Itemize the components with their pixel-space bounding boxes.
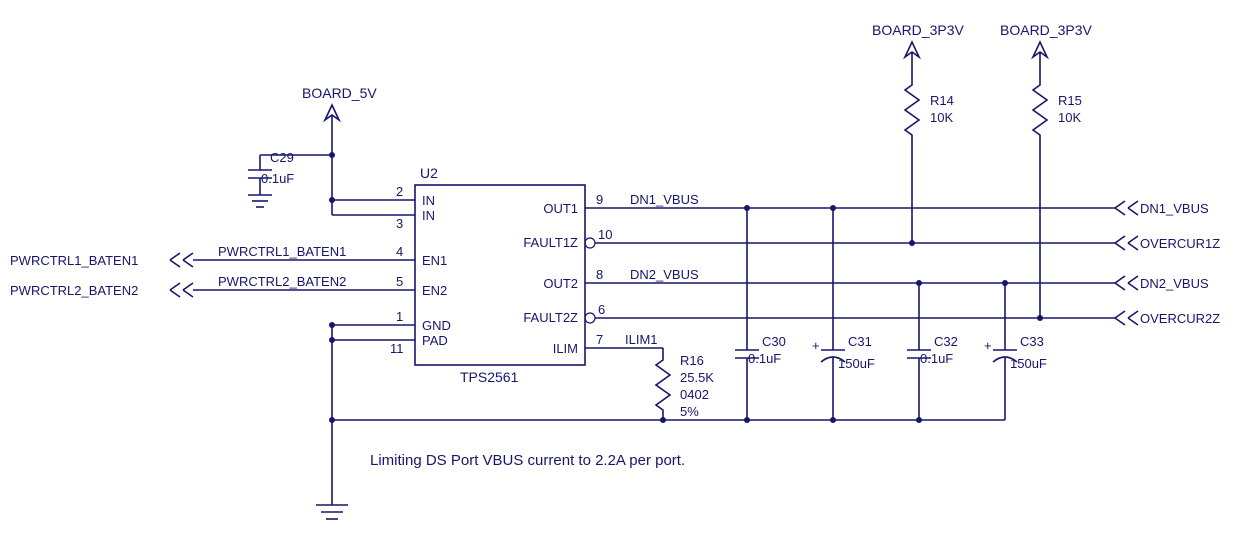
schematic-canvas: U2 TPS2561 2 IN 3 IN 4 EN1 5 EN2 1 GND 1… <box>0 0 1235 537</box>
offpage-pwrctrl2 <box>170 283 193 297</box>
r14-ref: R14 <box>930 93 954 108</box>
c29-val: 0.1uF <box>261 171 294 186</box>
pin-name-en2: EN2 <box>422 283 447 298</box>
pin-num-out1: 9 <box>596 192 603 207</box>
r14-val: 10K <box>930 110 953 125</box>
offpage-overcur2z <box>1115 311 1138 325</box>
pin-num-fault1: 10 <box>598 227 612 242</box>
c32-ref: C32 <box>934 334 958 349</box>
rail-label-board-5v: BOARD_5V <box>302 85 377 101</box>
offpage-dn1-vbus <box>1115 201 1138 215</box>
net-dn2-vbus: DN2_VBUS <box>630 267 699 282</box>
r15-val: 10K <box>1058 110 1081 125</box>
ic-refdes: U2 <box>420 165 438 181</box>
svg-text:+: + <box>984 338 992 353</box>
r16-ref: R16 <box>680 353 704 368</box>
pin-num-ilim: 7 <box>596 332 603 347</box>
pin-num-out2: 8 <box>596 267 603 282</box>
c33-ref: C33 <box>1020 334 1044 349</box>
resistor-r14 <box>905 75 919 145</box>
offpage-right-dn2-vbus: DN2_VBUS <box>1140 276 1209 291</box>
c31-val: 150uF <box>838 356 875 371</box>
pin-name-pad: PAD <box>422 333 448 348</box>
offpage-right-overcur1z: OVERCUR1Z <box>1140 236 1220 251</box>
offpage-right-dn1-vbus: DN1_VBUS <box>1140 201 1209 216</box>
c30-val: 0.1uF <box>748 351 781 366</box>
net-ilim1: ILIM1 <box>625 332 658 347</box>
offpage-left-pwrctrl2: PWRCTRL2_BATEN2 <box>10 283 138 298</box>
pin-name-out1: OUT1 <box>543 201 578 216</box>
pin-name-out2: OUT2 <box>543 276 578 291</box>
resistor-r16 <box>656 348 670 420</box>
pin-num-en2: 5 <box>396 274 403 289</box>
offpage-overcur1z <box>1115 236 1138 250</box>
pin-name-in1: IN <box>422 193 435 208</box>
ic-part: TPS2561 <box>460 369 519 385</box>
pin-name-fault1: FAULT1Z <box>523 235 578 250</box>
power-arrow-3p3v-a <box>905 42 919 75</box>
c29-ref: C29 <box>270 150 294 165</box>
c32-val: 0.1uF <box>920 351 953 366</box>
svg-text:+: + <box>812 338 820 353</box>
pin-num-in1: 2 <box>396 184 403 199</box>
r16-v2: 0402 <box>680 387 709 402</box>
pin-name-gnd: GND <box>422 318 451 333</box>
power-arrow-3p3v-b <box>1033 42 1047 75</box>
pin-num-in2: 3 <box>396 216 403 231</box>
pin-num-en1: 4 <box>396 244 403 259</box>
net-pwrctrl2: PWRCTRL2_BATEN2 <box>218 274 346 289</box>
rail-label-3p3v-b: BOARD_3P3V <box>1000 22 1092 38</box>
r16-v1: 25.5K <box>680 370 714 385</box>
gnd-c29 <box>248 195 272 207</box>
c31-ref: C31 <box>848 334 872 349</box>
resistor-r15 <box>1033 75 1047 145</box>
pin-num-gnd: 1 <box>396 309 403 324</box>
net-dn1-vbus: DN1_VBUS <box>630 192 699 207</box>
pin-name-in2: IN <box>422 208 435 223</box>
schematic-note: Limiting DS Port VBUS current to 2.2A pe… <box>370 452 685 469</box>
pin-num-pad: 11 <box>390 341 404 356</box>
offpage-dn2-vbus <box>1115 276 1138 290</box>
offpage-pwrctrl1 <box>170 253 193 267</box>
r15-ref: R15 <box>1058 93 1082 108</box>
pin-num-fault2: 6 <box>598 302 605 317</box>
pin-name-en1: EN1 <box>422 253 447 268</box>
offpage-right-overcur2z: OVERCUR2Z <box>1140 311 1220 326</box>
pin-name-ilim: ILIM <box>553 341 578 356</box>
r16-v3: 5% <box>680 404 699 419</box>
power-arrow-board-5v <box>325 105 339 140</box>
c30-ref: C30 <box>762 334 786 349</box>
rail-label-3p3v-a: BOARD_3P3V <box>872 22 964 38</box>
offpage-left-pwrctrl1: PWRCTRL1_BATEN1 <box>10 253 138 268</box>
net-pwrctrl1: PWRCTRL1_BATEN1 <box>218 244 346 259</box>
c33-val: 150uF <box>1010 356 1047 371</box>
pin-name-fault2: FAULT2Z <box>523 310 578 325</box>
gnd-main <box>316 505 348 519</box>
